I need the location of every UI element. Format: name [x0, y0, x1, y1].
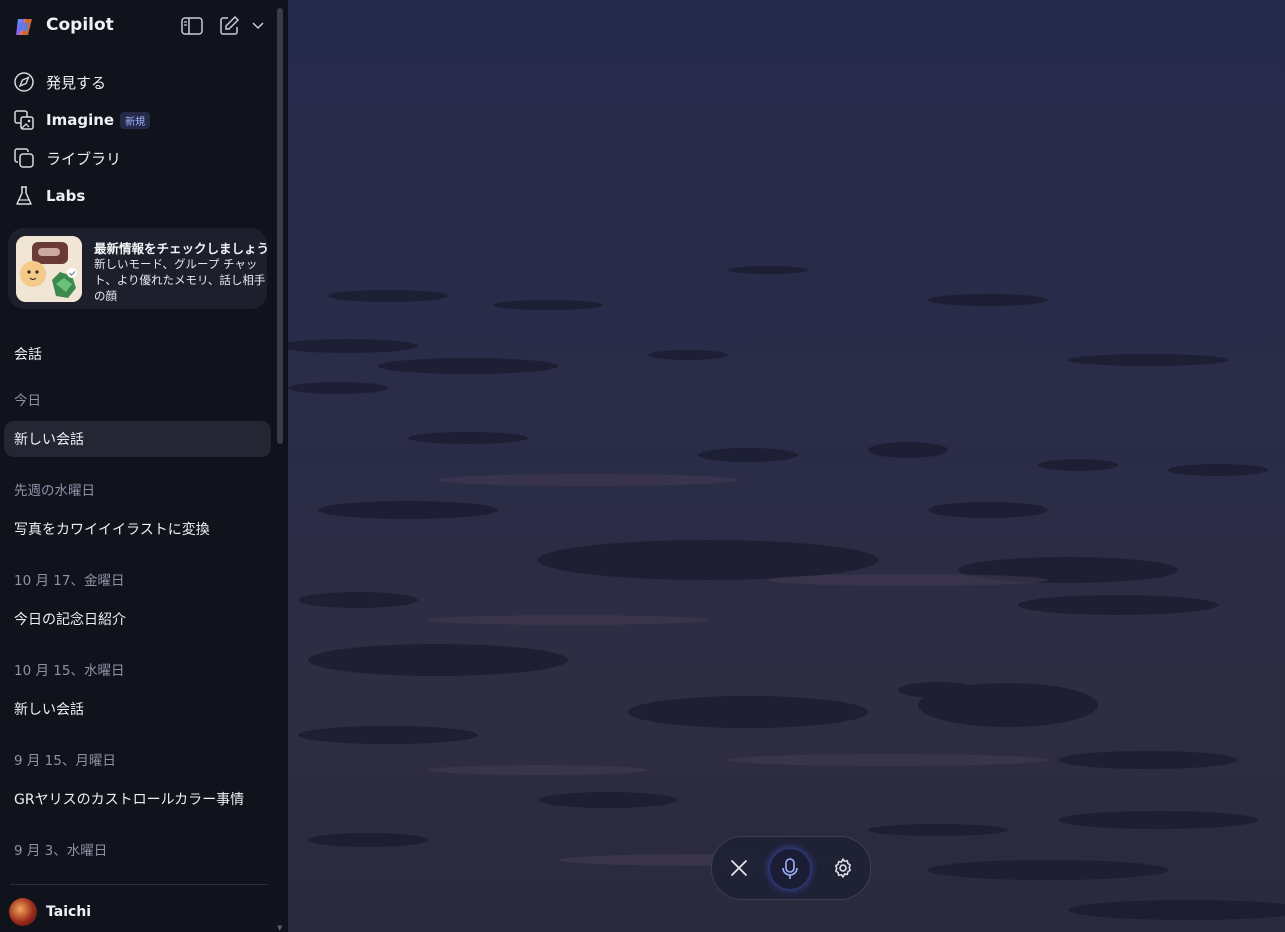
close-icon — [731, 860, 747, 876]
date-group-label: 今日 — [14, 393, 41, 409]
gear-icon — [835, 858, 851, 878]
conversation-title: 今日の記念日紹介 — [14, 612, 126, 628]
date-group-label: 10 月 17、金曜日 — [14, 573, 125, 589]
edit-icon — [220, 15, 240, 35]
chevron-down-icon — [252, 22, 264, 30]
conversations-heading: 会話 — [14, 347, 42, 363]
sidebar-toggle-button[interactable] — [180, 14, 204, 38]
app-title: Copilot — [46, 15, 114, 35]
voice-settings-button[interactable] — [823, 848, 863, 888]
date-group-label: 9 月 15、月曜日 — [14, 753, 116, 769]
conversation-title: 新しい会話 — [14, 432, 84, 448]
sidebar-scrollbar[interactable] — [277, 8, 283, 444]
conversation-item[interactable]: GRヤリスのカストロールカラー事情 — [4, 781, 271, 817]
user-profile[interactable]: Taichi — [0, 890, 287, 932]
microphone-button[interactable] — [769, 848, 811, 890]
conversation-title: 写真をカワイイイラストに変換 — [14, 522, 210, 538]
promo-description: 新しいモード、グループ チャット、より優れたメモリ、話し相手の顔 — [94, 257, 266, 303]
water-background — [288, 0, 1285, 932]
promo-illustration — [16, 236, 82, 302]
voice-mode-view — [288, 0, 1285, 932]
conversation-title: 新しい会話 — [14, 702, 84, 718]
library-icon — [14, 148, 34, 168]
nav-labs[interactable]: Labs — [10, 179, 270, 213]
sidebar-header: Copilot — [0, 0, 287, 52]
promo-title: 最新情報をチェックしましょう — [94, 241, 270, 256]
flask-icon — [16, 186, 32, 205]
conversation-title: GRヤリスのカストロールカラー事情 — [14, 792, 245, 808]
new-chat-button[interactable] — [217, 14, 241, 38]
nav-label: Imagine — [46, 111, 115, 129]
scroll-down-arrow[interactable]: ▼ — [277, 924, 285, 932]
user-name: Taichi — [46, 904, 92, 920]
nav-library[interactable]: ライブラリ — [10, 141, 270, 175]
new-badge: 新規 — [120, 111, 151, 129]
microphone-icon — [782, 858, 798, 879]
nav-label: 発見する — [46, 73, 107, 92]
footer-divider — [10, 884, 268, 885]
sidebar-icon — [181, 17, 203, 35]
new-chat-dropdown[interactable] — [246, 14, 270, 38]
close-voice-button[interactable] — [719, 848, 759, 888]
copilot-logo — [16, 19, 32, 35]
image-gallery-icon — [14, 110, 34, 130]
avatar — [9, 898, 37, 926]
whats-new-card[interactable]: 最新情報をチェックしましょう 新しいモード、グループ チャット、より優れたメモリ… — [8, 228, 270, 309]
list-fade — [0, 870, 287, 890]
date-group-label: 先週の水曜日 — [14, 483, 95, 499]
date-group-label: 10 月 15、水曜日 — [14, 663, 125, 679]
voice-controls — [711, 836, 871, 900]
compass-icon — [14, 72, 34, 92]
date-group-label: 9 月 3、水曜日 — [14, 843, 108, 859]
conversation-item[interactable]: 写真をカワイイイラストに変換 — [4, 511, 271, 547]
nav-imagine[interactable]: Imagine 新規 — [10, 103, 270, 137]
conversation-item[interactable]: 今日の記念日紹介 — [4, 601, 271, 637]
nav-label: Labs — [46, 187, 86, 205]
sidebar: Copilot 発見する Imagine 新規 ライブラリ Labs 最新情報を… — [0, 0, 287, 932]
nav-label: ライブラリ — [46, 149, 122, 168]
conversation-item[interactable]: 新しい会話 — [4, 691, 271, 727]
conversation-item[interactable]: 新しい会話 — [4, 421, 271, 457]
nav-discover[interactable]: 発見する — [10, 65, 270, 99]
